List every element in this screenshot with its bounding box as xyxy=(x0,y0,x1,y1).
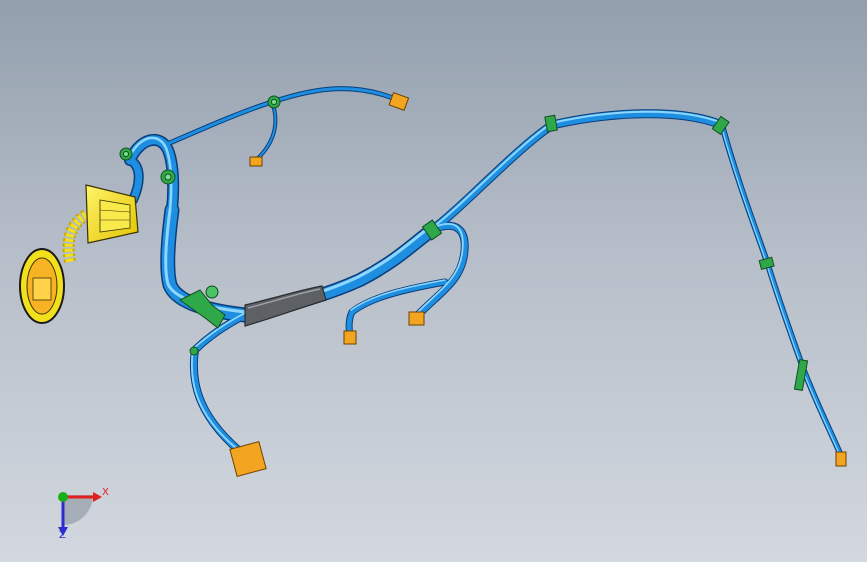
clip-icon xyxy=(119,147,133,161)
protective-sleeve xyxy=(244,285,327,327)
wire-harness-model[interactable] xyxy=(0,0,867,562)
connector-icon xyxy=(343,330,357,345)
axis-x-label: X xyxy=(102,487,109,498)
clip-icon xyxy=(544,114,558,133)
harness-wires xyxy=(124,86,845,462)
connector-icon xyxy=(249,156,263,167)
axis-z-label: Z xyxy=(59,530,66,541)
yellow-housing xyxy=(19,184,139,324)
model-viewport[interactable]: X Z xyxy=(0,0,867,562)
clip-icon xyxy=(189,346,199,356)
clip-icon xyxy=(267,95,281,109)
triad-icon xyxy=(58,492,102,536)
clip-icon xyxy=(160,169,176,185)
connector-icon xyxy=(408,311,425,326)
connectors xyxy=(229,91,847,478)
connector-icon xyxy=(835,451,847,467)
